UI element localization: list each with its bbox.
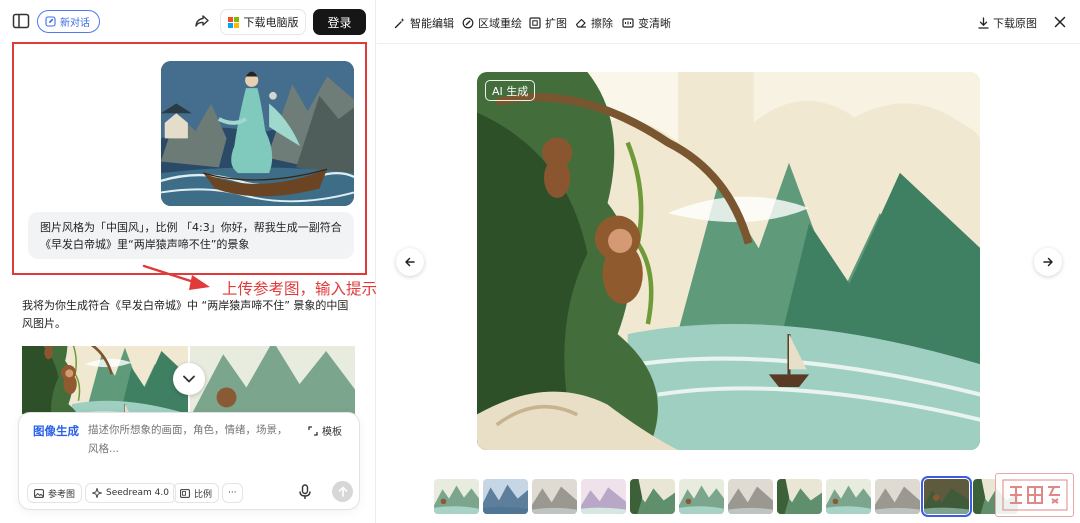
region-redraw-icon xyxy=(462,17,474,29)
smart-edit-button[interactable]: 智能编辑 xyxy=(394,15,454,31)
download-icon xyxy=(978,17,989,29)
model-label: Seedream 4.0 xyxy=(106,488,169,498)
thumbnail[interactable] xyxy=(532,479,577,514)
thumbnail[interactable] xyxy=(777,479,822,514)
thumbnail[interactable] xyxy=(728,479,773,514)
expand-image-button[interactable]: 扩图 xyxy=(529,15,567,31)
new-chat-button[interactable]: 新对话 xyxy=(37,10,100,33)
erase-button[interactable]: 擦除 xyxy=(575,15,613,31)
download-original-button[interactable]: 下载原图 xyxy=(978,15,1037,31)
sharpen-button[interactable]: 变清晰 xyxy=(622,15,671,31)
spark-icon xyxy=(92,488,102,498)
ratio-selector[interactable]: 比例 xyxy=(173,483,220,503)
ratio-label: 比例 xyxy=(194,489,213,500)
download-original-label: 下载原图 xyxy=(993,17,1037,30)
expand-label: 扩图 xyxy=(545,17,567,30)
region-redraw-label: 区域重绘 xyxy=(478,17,522,30)
generated-image-preview[interactable]: AI 生成 xyxy=(477,72,980,450)
thumbnail-strip xyxy=(434,476,1018,517)
thumbnail[interactable] xyxy=(630,479,675,514)
sharpen-label: 变清晰 xyxy=(638,17,671,30)
mic-icon[interactable] xyxy=(298,484,312,500)
reference-image-label: 参考图 xyxy=(48,489,76,500)
prompt-composer: 图像生成 模板 参考图 Seedream 4.0 比例 ··· xyxy=(18,412,360,510)
next-image-button[interactable] xyxy=(1034,248,1062,276)
download-desktop-button[interactable]: 下载电脑版 xyxy=(220,9,306,35)
expand-icon xyxy=(529,17,541,29)
resize-icon xyxy=(308,425,318,436)
ai-generated-badge: AI 生成 xyxy=(485,80,536,101)
eraser-icon xyxy=(575,17,587,29)
result-image[interactable] xyxy=(189,346,355,414)
result-image[interactable] xyxy=(22,346,188,414)
new-chat-label: 新对话 xyxy=(60,18,90,29)
thumbnail[interactable] xyxy=(581,479,626,514)
thumbnail-selected[interactable] xyxy=(921,476,972,517)
share-icon[interactable] xyxy=(194,13,210,29)
arrow-left-icon xyxy=(404,256,416,268)
edit-icon xyxy=(45,16,56,27)
thumbnail[interactable] xyxy=(679,479,724,514)
close-icon[interactable] xyxy=(1053,15,1067,29)
user-message-bubble: 图片风格为「中国风」，比例 「4:3」你好，帮我生成一副符合《早发白帝城》里“两… xyxy=(28,212,354,259)
more-options-button[interactable]: ··· xyxy=(222,483,243,503)
chat-header: 新对话 下载电脑版 登录 xyxy=(0,0,375,44)
ratio-icon xyxy=(180,488,190,498)
annotation-text: 上传参考图，输入提示词 xyxy=(222,280,393,298)
model-selector[interactable]: Seedream 4.0 xyxy=(85,483,176,503)
sharpen-icon xyxy=(622,17,634,29)
image-generation-mode[interactable]: 图像生成 xyxy=(33,423,79,439)
ai-reply-text: 我将为你生成符合《早发白帝城》中 “两岸猿声啼不住” 景象的中国风图片。 xyxy=(22,299,349,330)
arrow-right-icon xyxy=(1042,256,1054,268)
image-toolbar: 智能编辑 区域重绘 扩图 擦除 变清晰 下载原图 xyxy=(377,0,1080,44)
thumbnail[interactable] xyxy=(875,479,920,514)
sidebar-icon[interactable] xyxy=(12,13,30,29)
download-desktop-label: 下载电脑版 xyxy=(243,16,299,29)
magic-wand-icon xyxy=(394,17,406,29)
thumbnail[interactable] xyxy=(826,479,871,514)
image-viewer: 智能编辑 区域重绘 扩图 擦除 变清晰 下载原图 AI 生成 xyxy=(377,0,1080,523)
send-icon xyxy=(338,486,348,497)
chevron-down-icon xyxy=(182,374,196,384)
watermark-seal xyxy=(995,473,1074,517)
scroll-down-button[interactable] xyxy=(173,363,205,395)
reference-image-chip[interactable]: 参考图 xyxy=(27,483,83,503)
template-button[interactable]: 模板 xyxy=(308,423,342,438)
windows-logo-icon xyxy=(227,16,239,28)
thumbnail[interactable] xyxy=(483,479,528,514)
send-button[interactable] xyxy=(332,481,353,502)
login-button[interactable]: 登录 xyxy=(313,9,366,35)
previous-image-button[interactable] xyxy=(396,248,424,276)
reference-image[interactable] xyxy=(161,61,354,206)
annotation-arrow xyxy=(142,264,210,290)
erase-label: 擦除 xyxy=(591,17,613,30)
region-redraw-button[interactable]: 区域重绘 xyxy=(462,15,522,31)
image-icon xyxy=(34,488,44,498)
thumbnail[interactable] xyxy=(434,479,479,514)
smart-edit-label: 智能编辑 xyxy=(410,17,454,30)
template-label: 模板 xyxy=(322,427,342,438)
prompt-input[interactable] xyxy=(88,421,288,461)
